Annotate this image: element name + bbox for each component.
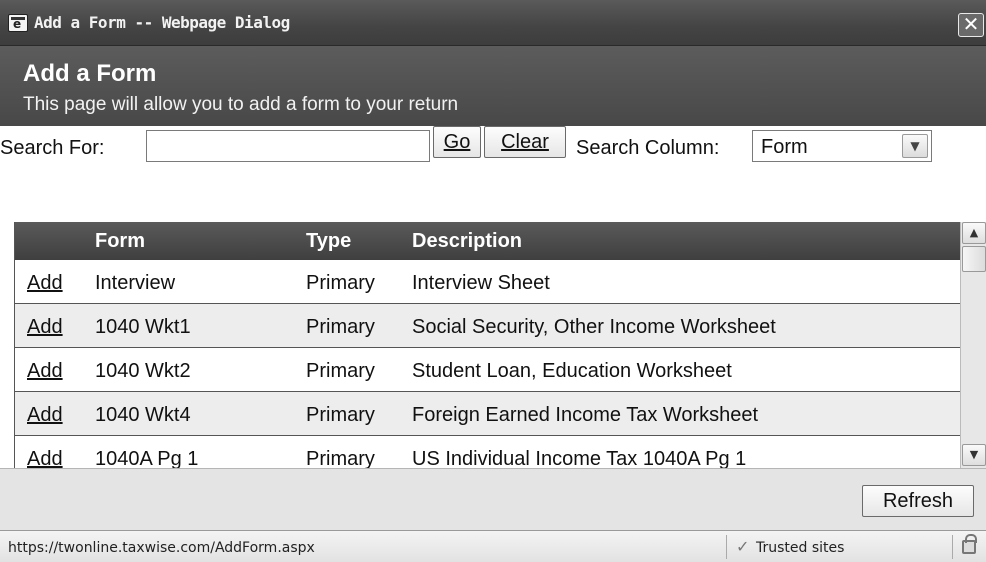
table-row: Add 1040 Wkt4 Primary Foreign Earned Inc…: [15, 392, 960, 436]
form-cell: 1040 Wkt2: [95, 360, 191, 382]
window-title: Add a Form -- Webpage Dialog: [34, 13, 290, 32]
add-link[interactable]: Add: [27, 316, 63, 339]
refresh-button[interactable]: Refresh: [862, 485, 974, 517]
clear-button[interactable]: Clear: [484, 126, 566, 158]
search-for-label: Search For:: [0, 137, 105, 159]
search-input[interactable]: [146, 130, 430, 162]
description-cell: Student Loan, Education Worksheet: [412, 360, 732, 382]
add-link[interactable]: Add: [27, 272, 63, 295]
form-cell: 1040A Pg 1: [95, 448, 199, 468]
go-button[interactable]: Go: [433, 126, 481, 158]
column-header-form: Form: [95, 230, 145, 252]
clear-button-label: Clear: [501, 131, 549, 153]
status-divider: [726, 535, 727, 559]
description-cell: Foreign Earned Income Tax Worksheet: [412, 404, 759, 426]
description-cell: US Individual Income Tax 1040A Pg 1: [412, 448, 747, 468]
security-zone-label: Trusted sites: [756, 540, 845, 556]
column-header-type: Type: [306, 230, 352, 252]
lock-icon: [962, 534, 977, 554]
table-row: Add 1040A Pg 1 Primary US Individual Inc…: [15, 436, 960, 468]
search-column-select[interactable]: Form ▼: [752, 130, 932, 162]
table-scrollbar[interactable]: ▲ ▼: [960, 222, 986, 468]
window-titlebar: Add a Form -- Webpage Dialog ✕: [0, 0, 986, 46]
scroll-thumb[interactable]: [962, 246, 986, 272]
close-icon[interactable]: ✕: [958, 13, 984, 37]
dialog-footer: Refresh: [0, 468, 986, 530]
scroll-down-icon[interactable]: ▼: [962, 444, 986, 466]
page-subtitle: This page will allow you to add a form t…: [23, 94, 459, 115]
status-divider: [952, 535, 953, 559]
status-url: https://twonline.taxwise.com/AddForm.asp…: [8, 540, 315, 556]
page-title: Add a Form: [23, 60, 157, 87]
checkmark-icon: ✓: [736, 537, 750, 556]
type-cell: Primary: [306, 360, 375, 382]
search-column-value: Form: [761, 136, 808, 158]
form-cell: 1040 Wkt4: [95, 404, 191, 426]
type-cell: Primary: [306, 404, 375, 426]
type-cell: Primary: [306, 272, 375, 294]
table-row: Add Interview Primary Interview Sheet: [15, 260, 960, 304]
forms-table: Form Type Description Add Interview Prim…: [14, 222, 960, 468]
type-cell: Primary: [306, 316, 375, 338]
table-row: Add 1040 Wkt1 Primary Social Security, O…: [15, 304, 960, 348]
search-bar: Search For: Go Clear Search Column: Form…: [0, 126, 986, 166]
chevron-down-icon[interactable]: ▼: [902, 134, 928, 158]
go-button-label: Go: [443, 131, 471, 153]
status-bar: https://twonline.taxwise.com/AddForm.asp…: [0, 530, 986, 562]
description-cell: Interview Sheet: [412, 272, 550, 294]
table-row: Add 1040 Wkt2 Primary Student Loan, Educ…: [15, 348, 960, 392]
form-cell: Interview: [95, 272, 176, 294]
ie-page-icon: [8, 14, 28, 32]
add-link[interactable]: Add: [27, 404, 63, 427]
table-header: Form Type Description: [15, 222, 960, 260]
form-cell: 1040 Wkt1: [95, 316, 191, 338]
column-header-description: Description: [412, 230, 523, 252]
scroll-up-icon[interactable]: ▲: [962, 222, 986, 244]
add-link[interactable]: Add: [27, 360, 63, 383]
page-header: Add a Form This page will allow you to a…: [0, 46, 986, 126]
search-column-label: Search Column:: [576, 137, 720, 159]
add-link[interactable]: Add: [27, 448, 63, 468]
type-cell: Primary: [306, 448, 375, 468]
description-cell: Social Security, Other Income Worksheet: [412, 316, 776, 338]
